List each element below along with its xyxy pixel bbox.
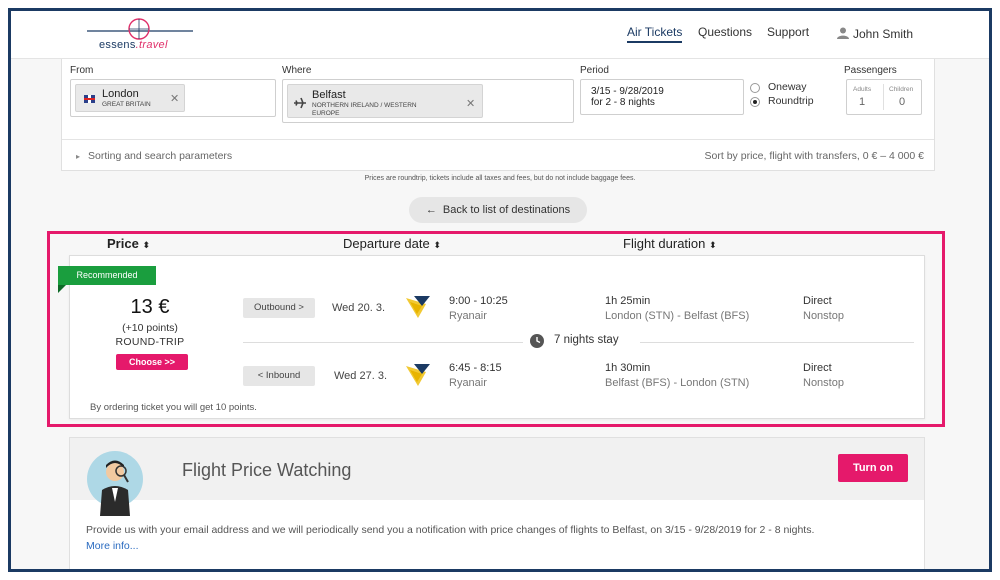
result-price: 13 € (130, 296, 170, 318)
sort-departure-label: Departure date (343, 236, 430, 251)
from-city: London (102, 88, 139, 100)
children-value[interactable]: 0 (899, 96, 905, 108)
where-field[interactable]: Belfast NORTHERN IRELAND / WESTERN EUROP… (282, 79, 574, 123)
period-dates: 3/15 - 9/28/2019 (591, 86, 664, 97)
result-trip-type: ROUND-TRIP (115, 336, 185, 348)
oneway-label[interactable]: Oneway (768, 81, 807, 93)
sort-summary: Sort by price, flight with transfers, 0 … (704, 150, 924, 162)
remove-where-icon[interactable]: ✕ (466, 97, 475, 110)
sorting-toggle[interactable]: ▸ Sorting and search parameters (76, 150, 232, 162)
sort-arrows-icon: ⬍ (142, 240, 150, 250)
ryanair-logo-icon (406, 296, 430, 318)
inbound-airline: Ryanair (449, 377, 487, 389)
arrow-left-icon: ← (425, 204, 437, 216)
chevron-right-icon: ▸ (76, 152, 81, 161)
period-label: Period (580, 65, 609, 76)
roundtrip-label[interactable]: Roundtrip (768, 95, 814, 107)
price-watching-description: Provide us with your email address and w… (86, 524, 815, 536)
from-country: GREAT BRITAIN (102, 101, 151, 108)
nav-support[interactable]: Support (767, 25, 809, 39)
flight-result-card: Recommended 13 € (+10 points) ROUND-TRIP… (58, 255, 925, 419)
uk-flag-icon (84, 95, 95, 103)
sorting-toggle-label: Sorting and search parameters (88, 150, 233, 162)
outbound-route: London (STN) - Belfast (BFS) (605, 310, 750, 322)
roundtrip-radio[interactable] (750, 97, 760, 107)
sort-duration-label: Flight duration (623, 236, 706, 251)
inbound-type: Direct (803, 362, 832, 374)
user-name: John Smith (853, 27, 914, 41)
choose-button[interactable]: Choose >> (116, 354, 188, 370)
passengers-label: Passengers (844, 65, 897, 76)
clock-icon (530, 334, 544, 348)
nav-questions[interactable]: Questions (698, 25, 752, 39)
inbound-route: Belfast (BFS) - London (STN) (605, 377, 750, 389)
adults-label: Adults (853, 86, 872, 93)
from-chip: London GREAT BRITAIN ✕ (75, 84, 185, 112)
sort-price-label: Price (107, 236, 139, 251)
price-watching-panel: Flight Price Watching Turn on Provide us… (69, 437, 925, 569)
outbound-airline: Ryanair (449, 310, 487, 322)
browser-frame: essens.travel Air Tickets Questions Supp… (8, 8, 992, 572)
outbound-tag[interactable]: Outbound > (243, 298, 315, 318)
user-menu[interactable]: John Smith (837, 27, 913, 41)
recommended-badge: Recommended (58, 266, 156, 293)
top-header: essens.travel Air Tickets Questions Supp… (11, 11, 989, 59)
sort-by-departure[interactable]: Departure date ⬍ (343, 236, 441, 251)
back-to-destinations-button[interactable]: ← Back to list of destinations (409, 197, 587, 223)
search-divider (62, 139, 934, 140)
where-city: Belfast (312, 89, 346, 101)
nav-air-tickets[interactable]: Air Tickets (627, 25, 683, 43)
inbound-time: 6:45 - 8:15 (449, 362, 502, 374)
outbound-duration: 1h 25min (605, 295, 651, 307)
inbound-tag[interactable]: < Inbound (243, 366, 315, 386)
passengers-field[interactable]: Adults 1 Children 0 (846, 79, 922, 115)
price-watching-title: Flight Price Watching (182, 460, 352, 480)
search-panel: From London GREAT BRITAIN ✕ Where Belfas… (61, 59, 935, 171)
outbound-stops: Nonstop (803, 310, 844, 322)
remove-from-icon[interactable]: ✕ (170, 92, 179, 105)
price-note: Prices are roundtrip, tickets include al… (364, 175, 636, 182)
oneway-radio[interactable] (750, 83, 760, 93)
turn-on-button[interactable]: Turn on (838, 454, 908, 482)
more-info-link[interactable]: More info... (86, 540, 139, 552)
outbound-type: Direct (803, 295, 832, 307)
outbound-date: Wed 20. 3. (332, 302, 385, 314)
from-field[interactable]: London GREAT BRITAIN ✕ (70, 79, 276, 117)
pax-divider (883, 84, 884, 110)
ordering-note: By ordering ticket you will get 10 point… (90, 402, 257, 413)
result-points: (+10 points) (122, 322, 178, 334)
where-label: Where (282, 65, 312, 76)
businessman-avatar-icon (87, 451, 143, 516)
period-field[interactable]: 3/15 - 9/28/2019 for 2 - 8 nights (580, 79, 744, 115)
from-label: From (70, 65, 94, 76)
back-button-label: Back to list of destinations (442, 204, 571, 216)
sort-by-duration[interactable]: Flight duration ⬍ (623, 236, 717, 251)
stay-line-left (243, 342, 523, 343)
user-icon (837, 27, 849, 39)
essens-logo[interactable]: essens.travel (85, 15, 195, 55)
inbound-duration: 1h 30min (605, 362, 651, 374)
logo-text: essens.travel (99, 39, 168, 51)
outbound-time: 9:00 - 10:25 (449, 295, 508, 307)
where-region: NORTHERN IRELAND / WESTERN EUROPE (312, 102, 417, 117)
period-nights: for 2 - 8 nights (591, 97, 655, 108)
sort-arrows-icon: ⬍ (709, 240, 717, 250)
sort-arrows-icon: ⬍ (433, 240, 441, 250)
children-label: Children (889, 86, 914, 93)
stay-duration: 7 nights stay (554, 334, 619, 346)
stay-line-right (640, 342, 914, 343)
ryanair-logo-icon (406, 364, 430, 386)
inbound-stops: Nonstop (803, 377, 844, 389)
plane-icon (294, 97, 306, 109)
inbound-date: Wed 27. 3. (334, 370, 387, 382)
sort-by-price[interactable]: Price ⬍ (107, 236, 150, 251)
where-chip: Belfast NORTHERN IRELAND / WESTERN EUROP… (287, 84, 483, 118)
adults-value[interactable]: 1 (859, 96, 865, 108)
